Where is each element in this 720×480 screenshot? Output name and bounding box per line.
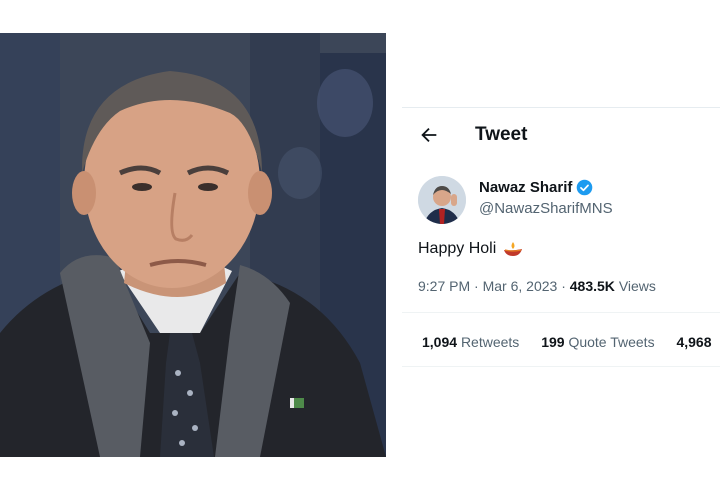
- tweet-header: Tweet: [402, 108, 720, 160]
- retweets-stat[interactable]: 1,094 Retweets: [422, 334, 519, 350]
- verified-badge-icon: [577, 179, 593, 196]
- tweet-text: Happy Holi: [418, 240, 524, 258]
- avatar-image-icon: [418, 176, 466, 224]
- tweet-text-content: Happy Holi: [418, 240, 497, 257]
- meta-separator-2: ·: [561, 278, 566, 294]
- views-count: 483.5K: [569, 278, 615, 294]
- author-handle[interactable]: @NawazSharifMNS: [479, 200, 613, 217]
- avatar[interactable]: [418, 176, 466, 224]
- back-arrow-icon[interactable]: [418, 124, 440, 146]
- tweet-stats: 1,094 Retweets 199 Quote Tweets 4,968: [422, 334, 720, 350]
- tweet-time[interactable]: 9:27 PM: [418, 278, 470, 294]
- divider: [402, 312, 720, 313]
- header-title: Tweet: [475, 124, 528, 145]
- author-name[interactable]: Nawaz Sharif: [479, 179, 572, 196]
- retweets-count: 1,094: [422, 334, 458, 350]
- views-label: Views: [618, 278, 656, 294]
- author-name-line: Nawaz Sharif: [479, 179, 593, 196]
- quote-tweets-stat[interactable]: 199 Quote Tweets: [541, 334, 654, 350]
- tweet-meta: 9:27 PM · Mar 6, 2023 · 483.5K Views: [418, 278, 656, 294]
- tweet-date[interactable]: Mar 6, 2023: [483, 278, 558, 294]
- likes-count: 4,968: [676, 334, 712, 350]
- likes-stat[interactable]: 4,968: [676, 334, 711, 350]
- quote-tweets-count: 199: [541, 334, 565, 350]
- tweet-card: Tweet Nawaz Sharif @NawazSharifMNS Happy…: [402, 107, 720, 370]
- portrait-illustration: [0, 33, 386, 457]
- news-photo: [0, 33, 386, 457]
- diya-lamp-icon: [504, 242, 523, 256]
- divider-bottom: [402, 366, 720, 367]
- quote-tweets-label: Quote Tweets: [568, 334, 655, 350]
- retweets-label: Retweets: [460, 334, 520, 350]
- meta-separator: ·: [474, 278, 479, 294]
